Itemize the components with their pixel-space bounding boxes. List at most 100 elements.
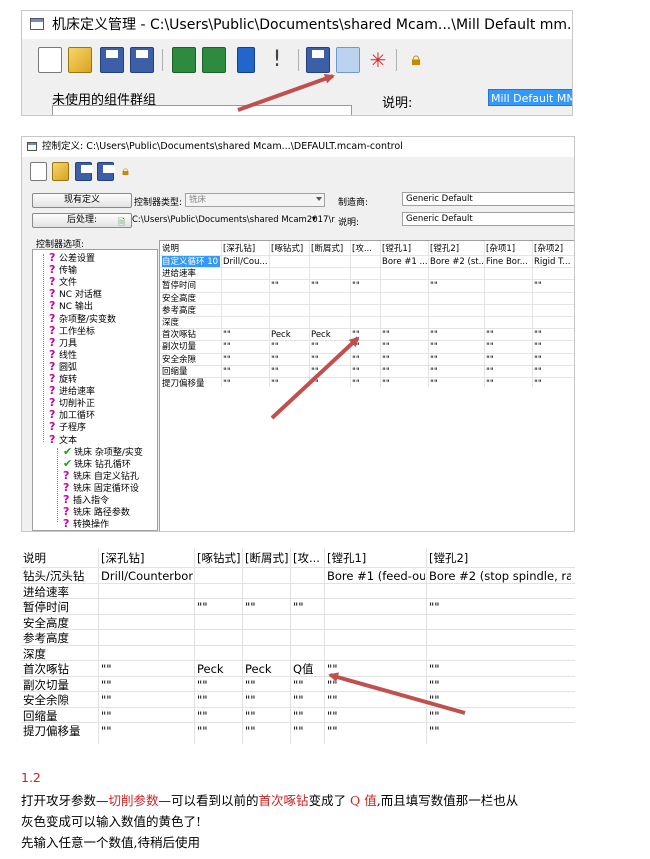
- grid-cell[interactable]: "": [486, 366, 531, 378]
- grid-cell[interactable]: "": [534, 341, 574, 353]
- grid-cell[interactable]: "": [430, 378, 483, 390]
- grid-header-cell[interactable]: [镗孔2]: [430, 243, 484, 255]
- manufacturer-input[interactable]: Generic Default: [402, 192, 574, 206]
- grid-cell[interactable]: "": [382, 378, 427, 390]
- grid-cell[interactable]: "": [352, 280, 379, 292]
- grid-cell[interactable]: [382, 268, 427, 280]
- tree-item[interactable]: ? 加工循环: [49, 409, 95, 422]
- grid-cell[interactable]: [352, 293, 379, 305]
- grid-cell[interactable]: "": [271, 378, 308, 390]
- grid-row-label[interactable]: 进给速率: [162, 268, 220, 280]
- grid-cell[interactable]: [430, 317, 483, 329]
- grid-cell[interactable]: [352, 256, 379, 268]
- grid-cell[interactable]: [486, 280, 531, 292]
- grid-cell[interactable]: "": [271, 354, 308, 366]
- post-processor-button[interactable]: 后处理:: [32, 213, 132, 228]
- grid-cell[interactable]: "": [352, 378, 379, 390]
- custom-cycle-grid[interactable]: 说明 [深孔钻] [啄钻式] [断屑式] [攻... [镗孔1] [镗孔2] [杂项1] [杂项…: [159, 240, 574, 531]
- grid-row-label[interactable]: 暂停时间: [162, 280, 220, 292]
- component-icon[interactable]: [172, 47, 196, 73]
- grid-cell[interactable]: [486, 317, 531, 329]
- tree-item[interactable]: ✔ 铣床 钻孔循环: [63, 457, 131, 470]
- grid-header-cell[interactable]: [杂项2]: [534, 243, 574, 255]
- grid-cell[interactable]: Peck: [271, 329, 308, 341]
- warning-icon[interactable]: !: [265, 47, 289, 73]
- grid-row-label[interactable]: 深度: [162, 317, 220, 329]
- grid-cell[interactable]: [382, 293, 427, 305]
- grid-cell[interactable]: "": [382, 366, 427, 378]
- tree-item[interactable]: ? 线性: [49, 348, 77, 361]
- grid-row-label[interactable]: 首次啄钻: [162, 329, 220, 341]
- grid-cell[interactable]: [486, 268, 531, 280]
- grid-cell[interactable]: "": [429, 723, 571, 739]
- tree-item[interactable]: ? 公差设置: [49, 252, 95, 265]
- tree-item[interactable]: ? 插入指令: [63, 494, 109, 507]
- grid-cell[interactable]: "": [223, 341, 268, 353]
- grid-cell[interactable]: "": [534, 366, 574, 378]
- grid-cell[interactable]: "": [486, 354, 531, 366]
- tree-item[interactable]: ? 子程序: [49, 421, 86, 434]
- tree-item[interactable]: ? 铣床 自定义钻孔: [63, 469, 139, 482]
- grid-cell[interactable]: "": [534, 378, 574, 390]
- grid-row-label[interactable]: 副次切量: [162, 341, 220, 353]
- grid-cell[interactable]: Drill/Cou...: [223, 256, 268, 268]
- grid-cell[interactable]: [223, 305, 268, 317]
- grid-cell[interactable]: "": [223, 329, 268, 341]
- grid-header-cell[interactable]: [攻...: [293, 550, 324, 566]
- grid-header-cell[interactable]: [断屑式]: [311, 243, 350, 255]
- grid-cell[interactable]: "": [382, 354, 427, 366]
- grid-cell[interactable]: "": [245, 723, 289, 739]
- grid-cell[interactable]: "": [534, 354, 574, 366]
- grid-cell[interactable]: [311, 293, 349, 305]
- grid-header-cell[interactable]: 说明: [162, 243, 221, 255]
- grid-cell[interactable]: [382, 317, 427, 329]
- grid-cell[interactable]: [223, 268, 268, 280]
- grid-cell[interactable]: [352, 268, 379, 280]
- grid-cell[interactable]: "": [430, 329, 483, 341]
- grid-header-cell[interactable]: 说明: [23, 550, 98, 566]
- new-file-icon[interactable]: [38, 47, 62, 73]
- grid-header-cell[interactable]: [杂项1]: [486, 243, 532, 255]
- grid-cell[interactable]: "": [271, 366, 308, 378]
- grid-cell[interactable]: "": [486, 341, 531, 353]
- grid-cell[interactable]: [534, 317, 574, 329]
- grid-cell[interactable]: [534, 293, 574, 305]
- grid-cell[interactable]: [534, 268, 574, 280]
- machine-save-icon[interactable]: [306, 47, 330, 73]
- grid-cell[interactable]: "": [352, 366, 379, 378]
- grid-cell[interactable]: Fine Bor...: [486, 256, 531, 268]
- grid-cell[interactable]: "": [327, 723, 425, 739]
- grid-cell[interactable]: Bore #1 ...: [382, 256, 427, 268]
- tree-item[interactable]: ? 刀具: [49, 336, 77, 349]
- grid-cell[interactable]: Peck: [311, 329, 349, 341]
- grid-cell[interactable]: [271, 268, 308, 280]
- lock-icon[interactable]: 🔒︎: [404, 47, 428, 73]
- grid-cell[interactable]: [382, 280, 427, 292]
- grid-cell[interactable]: [271, 256, 308, 268]
- tree-item[interactable]: ? 工作坐标: [49, 324, 95, 337]
- grid-cell[interactable]: "": [311, 366, 349, 378]
- grid-cell[interactable]: Rigid T...: [534, 256, 574, 268]
- grid-header-cell[interactable]: [镗孔1]: [327, 550, 426, 566]
- save-as-icon[interactable]: [97, 162, 115, 181]
- grid-header-cell[interactable]: [啄钻式]: [197, 550, 242, 566]
- save-as-icon[interactable]: [130, 47, 154, 73]
- grid-cell[interactable]: "": [311, 280, 349, 292]
- grid-cell[interactable]: "": [223, 378, 268, 390]
- tree-item[interactable]: ? 进给速率: [49, 385, 95, 398]
- grid-row-label[interactable]: 提刀偏移量: [23, 723, 97, 739]
- new-file-icon[interactable]: [30, 162, 47, 181]
- grid-cell[interactable]: "": [271, 341, 308, 353]
- tree-item[interactable]: ? 文本: [49, 433, 77, 446]
- grid-row-label[interactable]: 参考高度: [162, 305, 220, 317]
- tree-item[interactable]: ? NC 输出: [49, 300, 93, 313]
- grid-header-cell[interactable]: [断屑式]: [245, 550, 290, 566]
- grid-cell[interactable]: "": [352, 341, 379, 353]
- axis-star-icon[interactable]: ✳: [366, 47, 390, 73]
- grid-cell[interactable]: [430, 305, 483, 317]
- grid-cell[interactable]: [223, 317, 268, 329]
- grid-cell[interactable]: "": [486, 329, 531, 341]
- grid-header-cell[interactable]: [攻...: [352, 243, 380, 255]
- grid-header-cell[interactable]: [啄钻式]: [271, 243, 309, 255]
- grid-row-label[interactable]: 安全高度: [162, 293, 220, 305]
